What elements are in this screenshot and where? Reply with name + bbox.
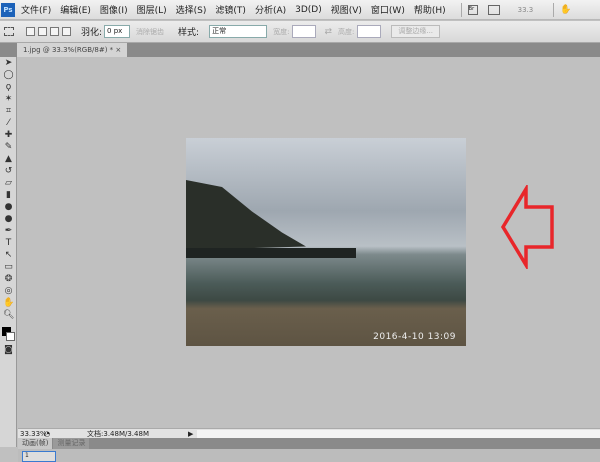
blur-tool-icon[interactable]: ● xyxy=(3,202,14,213)
pen-tool-icon[interactable]: ✒ xyxy=(3,226,14,237)
document-tab-bar: 1.jpg @ 33.3%(RGB/8#) * × xyxy=(0,43,600,57)
zoom-percent[interactable]: 33.33% xyxy=(18,430,47,438)
menu-image[interactable]: 图像(I) xyxy=(100,3,128,16)
horizontal-scrollbar[interactable] xyxy=(197,429,600,438)
subtract-selection-icon[interactable] xyxy=(50,27,59,36)
status-menu-icon[interactable]: ◔ xyxy=(44,430,58,438)
separator xyxy=(460,2,462,17)
feather-label: 羽化: xyxy=(81,28,103,38)
menu-bar: Ps 文件(F) 编辑(E) 图像(I) 图层(L) 选择(S) 滤镜(T) 分… xyxy=(0,0,600,20)
menu-file[interactable]: 文件(F) xyxy=(21,3,51,16)
lasso-tool-icon[interactable]: ϙ xyxy=(3,82,14,93)
panel-tabs: 动画(帧) 测量记录 xyxy=(18,438,600,449)
hand-tool-icon[interactable]: ✋ xyxy=(3,298,14,309)
stamp-tool-icon[interactable]: ▲ xyxy=(3,154,14,165)
add-selection-icon[interactable] xyxy=(38,27,47,36)
width-input[interactable] xyxy=(292,25,317,38)
tab-measurement-log[interactable]: 测量记录 xyxy=(53,438,90,449)
refine-edge-button[interactable]: 调整边缘... xyxy=(391,25,441,38)
antialias-checkbox[interactable]: 消除锯齿 xyxy=(136,27,164,37)
brush-tool-icon[interactable]: ✎ xyxy=(3,142,14,153)
document-tab-title: 1.jpg @ 33.3%(RGB/8#) * xyxy=(23,46,114,54)
new-selection-icon[interactable] xyxy=(26,27,35,36)
style-label: 样式: xyxy=(178,28,200,38)
menu-edit[interactable]: 编辑(E) xyxy=(60,3,91,16)
dodge-tool-icon[interactable]: ● xyxy=(3,214,14,225)
3d-orbit-icon[interactable]: ◎ xyxy=(3,286,14,297)
swap-icon[interactable]: ⇄ xyxy=(324,27,332,37)
photo-pier xyxy=(186,248,356,258)
options-bar: 羽化: 0 px 消除锯齿 样式: 正常 宽度: ⇄ 高度: 调整边缘... xyxy=(0,21,600,43)
width-label: 宽度: xyxy=(273,27,290,36)
type-tool-icon[interactable]: T xyxy=(3,238,14,249)
history-brush-icon[interactable]: ↺ xyxy=(3,166,14,177)
document-tab[interactable]: 1.jpg @ 33.3%(RGB/8#) * × xyxy=(17,43,128,57)
eraser-icon[interactable]: ▱ xyxy=(3,178,14,189)
zoom-tool-icon[interactable]: 🔍︎ xyxy=(3,310,14,321)
menu-filter[interactable]: 滤镜(T) xyxy=(215,3,246,16)
separator xyxy=(553,2,555,17)
hand-icon[interactable]: ✋ xyxy=(560,5,571,15)
zoom-level-dropdown[interactable]: 33.3 xyxy=(518,6,534,14)
marquee-tool-icon[interactable]: ◯ xyxy=(3,70,14,81)
animation-frames: 1 xyxy=(18,449,600,462)
move-tool-icon[interactable]: ➤ xyxy=(3,58,14,69)
status-arrow-icon[interactable]: ▶ xyxy=(188,430,193,438)
tab-animation[interactable]: 动画(帧) xyxy=(18,438,53,449)
menu-help[interactable]: 帮助(H) xyxy=(414,3,446,16)
quick-mask-icon[interactable]: ◙ xyxy=(3,345,14,356)
menu-view[interactable]: 视图(V) xyxy=(331,3,362,16)
gradient-tool-icon[interactable]: ▮ xyxy=(3,190,14,201)
screen-mode-icon[interactable] xyxy=(487,4,500,15)
height-label: 高度: xyxy=(338,27,355,36)
bridge-icon[interactable]: Br xyxy=(467,4,478,15)
background-color-swatch[interactable] xyxy=(6,332,15,341)
crop-tool-icon[interactable]: ⌗ xyxy=(3,106,14,117)
3d-rotate-icon[interactable]: ❂ xyxy=(3,274,14,285)
feather-input[interactable]: 0 px xyxy=(104,25,131,38)
path-select-icon[interactable]: ↖ xyxy=(3,250,14,261)
canvas-area[interactable]: 2016-4-10 13:09 xyxy=(18,57,600,428)
marquee-tool-icon[interactable] xyxy=(4,27,14,36)
shape-tool-icon[interactable]: ▭ xyxy=(3,262,14,273)
animation-frame[interactable]: 1 xyxy=(22,451,56,462)
menu-window[interactable]: 窗口(W) xyxy=(371,3,405,16)
menu-3d[interactable]: 3D(D) xyxy=(295,5,322,15)
photo-hill xyxy=(186,180,306,250)
red-arrow-annotation xyxy=(500,185,554,269)
menu-layer[interactable]: 图层(L) xyxy=(137,3,167,16)
intersect-selection-icon[interactable] xyxy=(62,27,71,36)
eyedropper-icon[interactable]: ⁄ xyxy=(3,118,14,129)
status-bar: 33.33% ◔ 文档:3.48M/3.48M ▶ xyxy=(18,428,600,438)
photoshop-logo: Ps xyxy=(1,2,15,17)
menu-select[interactable]: 选择(S) xyxy=(176,3,207,16)
photo-timestamp: 2016-4-10 13:09 xyxy=(373,332,456,342)
magic-wand-icon[interactable]: ✶ xyxy=(3,94,14,105)
tools-panel: ➤ ◯ ϙ ✶ ⌗ ⁄ ✚ ✎ ▲ ↺ ▱ ▮ ● ● ✒ T ↖ ▭ ❂ ◎ … xyxy=(0,57,17,447)
close-tab-icon[interactable]: × xyxy=(115,46,121,54)
healing-brush-icon[interactable]: ✚ xyxy=(3,130,14,141)
document-size: 文档:3.48M/3.48M xyxy=(87,429,149,438)
document-photo[interactable]: 2016-4-10 13:09 xyxy=(186,138,466,346)
style-select[interactable]: 正常 xyxy=(209,25,268,38)
menu-analysis[interactable]: 分析(A) xyxy=(255,3,286,16)
height-input[interactable] xyxy=(357,25,382,38)
